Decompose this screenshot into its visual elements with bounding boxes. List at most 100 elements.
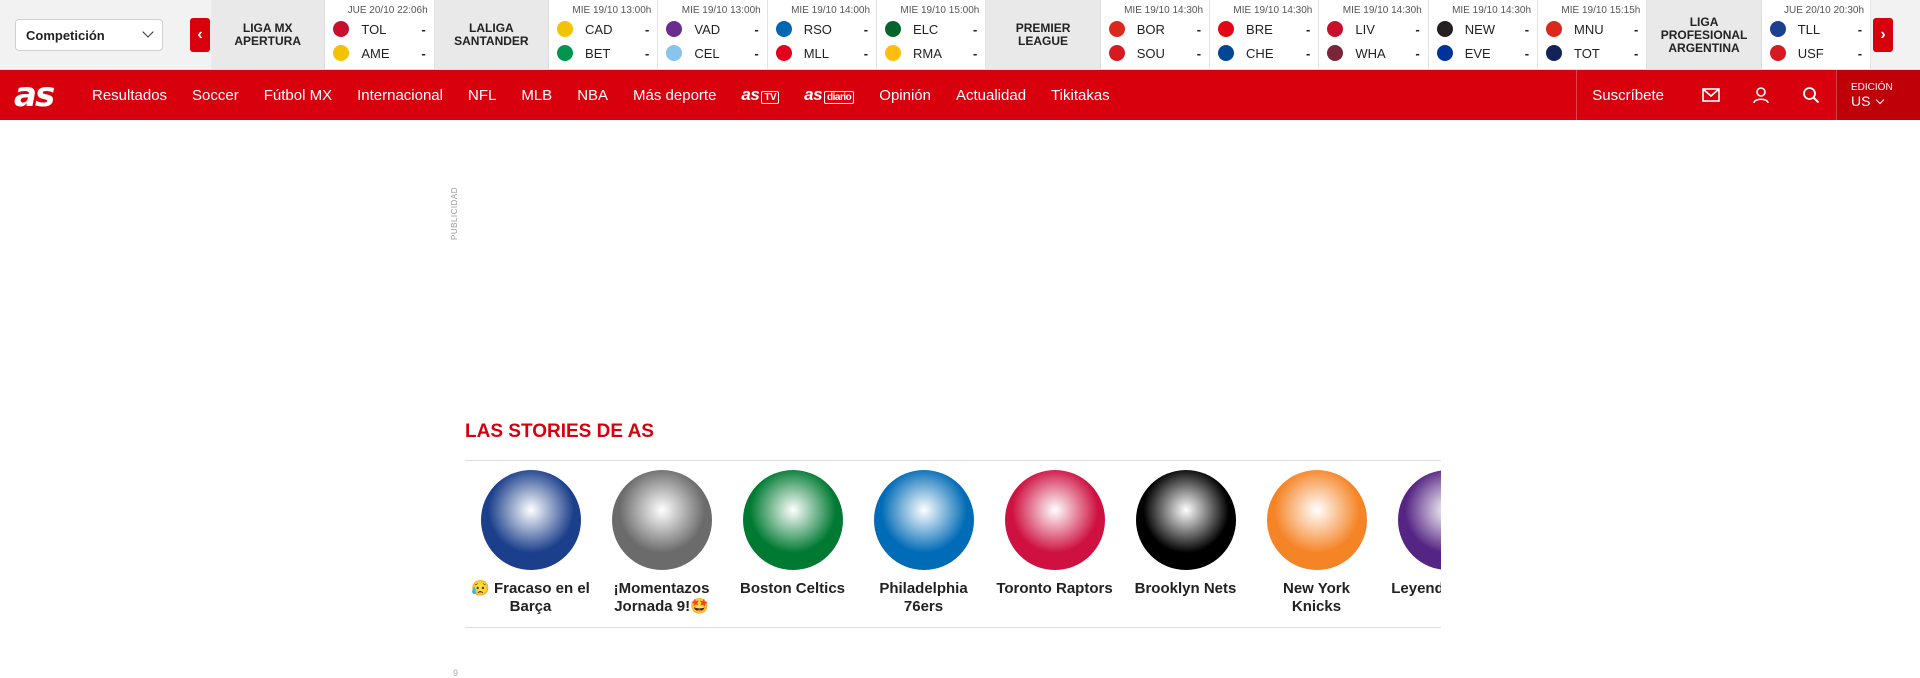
nav-link-actualidad[interactable]: Actualidad — [956, 87, 1026, 104]
home-team-row: VAD - — [666, 20, 759, 38]
nav-link-internacional[interactable]: Internacional — [357, 87, 443, 104]
stories-divider-bottom — [465, 627, 1441, 628]
story-item[interactable]: 😥 Fracaso en el Barça — [465, 470, 596, 620]
match-card[interactable]: MIE 19/10 15:00h ELC - RMA - — [877, 0, 987, 69]
match-card[interactable]: MIE 19/10 14:30h LIV - WHA - — [1319, 0, 1429, 69]
nav-link-resultados[interactable]: Resultados — [92, 87, 167, 104]
story-label: New York Knicks — [1283, 580, 1350, 615]
away-team-row: AME - — [333, 44, 426, 62]
match-card[interactable]: MIE 19/10 15:15h MNU - TOT - — [1538, 0, 1648, 69]
competition-select[interactable]: Competición — [15, 19, 163, 51]
home-team-row: CAD - — [557, 20, 649, 38]
nav-link-soccer[interactable]: Soccer — [192, 87, 239, 104]
story-label: Brooklyn Nets — [1134, 580, 1237, 597]
away-team-code: MLL — [803, 45, 829, 61]
search-icon[interactable] — [1786, 70, 1836, 120]
story-item[interactable]: ¡Momentazos Jornada 9!🤩 — [596, 470, 727, 620]
nav-link-tikitakas[interactable]: Tikitakas — [1051, 87, 1110, 104]
footer-mark: 9 — [453, 668, 459, 678]
league-label[interactable]: LALIGA SANTANDER — [434, 0, 550, 69]
away-team-score: - — [863, 45, 869, 61]
match-card[interactable]: MIE 19/10 13:00h VAD - CEL - — [658, 0, 768, 69]
scoreboard-next-button[interactable]: › — [1873, 18, 1893, 52]
astv-logo: as — [741, 85, 760, 104]
nav-link-mlb[interactable]: MLB — [521, 87, 552, 104]
team-crest-icon — [1546, 45, 1563, 61]
home-team-code: TOL — [361, 21, 387, 37]
nav-link-nfl[interactable]: NFL — [468, 87, 496, 104]
match-date: MIE 19/10 14:30h — [1233, 5, 1313, 16]
away-team-score: - — [754, 45, 759, 61]
home-team-score: - — [1306, 21, 1311, 37]
away-team-row: BET - — [557, 44, 649, 62]
story-thumbnail — [742, 470, 843, 570]
team-crest-icon — [1218, 45, 1235, 61]
story-thumbnail — [1135, 470, 1236, 570]
story-label: Boston Celtics — [739, 580, 845, 597]
team-crest-icon — [1108, 45, 1125, 61]
story-item[interactable]: Brooklyn Nets — [1120, 470, 1251, 620]
home-team-score: - — [863, 21, 869, 37]
story-label: ¡Momentazos Jornada 9!🤩 — [613, 580, 710, 615]
mail-icon[interactable] — [1686, 70, 1736, 120]
league-label[interactable]: LIGA PROFESIONAL ARGENTINA — [1647, 0, 1762, 69]
match-card[interactable]: MIE 19/10 14:00h RSO - MLL - — [767, 0, 878, 69]
edition-selector[interactable]: EDICIÓN US — [1836, 70, 1920, 120]
away-team-row: CEL - — [666, 44, 759, 62]
away-team-row: RMA - — [885, 44, 977, 62]
home-team-row: BRE - — [1218, 20, 1310, 38]
story-label: Leyenda mate a L — [1391, 580, 1441, 597]
away-team-score: - — [1415, 45, 1420, 61]
away-team-code: CHE — [1246, 45, 1274, 61]
away-team-score: - — [421, 45, 426, 61]
team-crest-icon — [775, 45, 792, 61]
away-team-code: SOU — [1136, 45, 1165, 61]
team-crest-icon — [1436, 21, 1453, 37]
home-team-code: BRE — [1246, 21, 1273, 37]
user-icon[interactable] — [1736, 70, 1786, 120]
story-item[interactable]: Philadelphia 76ers — [858, 470, 989, 620]
team-crest-icon — [775, 21, 792, 37]
edition-value: US — [1851, 93, 1883, 109]
story-thumbnail — [1266, 470, 1367, 570]
match-card[interactable]: MIE 19/10 14:30h NEW - EVE - — [1428, 0, 1539, 69]
match-card[interactable]: JUE 20/10 22:06h TOL - AME - — [325, 0, 435, 69]
away-team-score: - — [973, 45, 978, 61]
story-item[interactable]: Toronto Raptors — [989, 470, 1120, 620]
as-logo[interactable]: as — [14, 75, 55, 115]
story-thumbnail — [873, 470, 974, 570]
away-team-code: EVE — [1464, 45, 1491, 61]
away-team-score: - — [1306, 45, 1311, 61]
scoreboard-prev-button[interactable]: ‹ — [190, 18, 210, 52]
nav-links: Resultados Soccer Fútbol MX Internaciona… — [92, 70, 1135, 120]
nav-link-astv[interactable]: as TV — [741, 85, 780, 105]
match-card[interactable]: JUE 20/10 20:30h TLL - USF - — [1761, 0, 1872, 69]
away-team-score: - — [1196, 45, 1202, 61]
team-crest-icon — [885, 45, 902, 61]
league-label[interactable]: PREMIER LEAGUE — [986, 0, 1101, 69]
edition-label: EDICIÓN — [1851, 81, 1893, 93]
team-crest-icon — [333, 45, 350, 61]
story-thumbnail — [1004, 470, 1105, 570]
nav-link-mas-deporte[interactable]: Más deporte — [633, 87, 716, 104]
nav-link-opinion[interactable]: Opinión — [879, 87, 931, 104]
story-item[interactable]: Boston Celtics — [727, 470, 858, 620]
match-card[interactable]: MIE 19/10 13:00h CAD - BET - — [549, 0, 659, 69]
nav-link-futbol-mx[interactable]: Fútbol MX — [264, 87, 332, 104]
home-team-score: - — [645, 21, 650, 37]
league-label[interactable]: LIGA MX APERTURA — [211, 0, 326, 69]
match-date: MIE 19/10 14:30h — [1452, 5, 1532, 16]
match-date: MIE 19/10 15:15h — [1561, 5, 1641, 16]
team-crest-icon — [1769, 21, 1786, 37]
match-card[interactable]: MIE 19/10 14:30h BRE - CHE - — [1210, 0, 1320, 69]
nav-link-asdiario[interactable]: as diario — [804, 85, 855, 105]
home-team-score: - — [1196, 21, 1202, 37]
home-team-row: TOL - — [333, 20, 426, 38]
home-team-code: TLL — [1797, 21, 1821, 37]
away-team-code: TOT — [1574, 45, 1600, 61]
match-card[interactable]: MIE 19/10 14:30h BOR - SOU - — [1100, 0, 1211, 69]
story-item[interactable]: New York Knicks — [1251, 470, 1382, 620]
story-item[interactable]: Leyenda mate a L — [1382, 470, 1441, 620]
nav-link-nba[interactable]: NBA — [577, 87, 608, 104]
subscribe-button[interactable]: Suscríbete — [1576, 70, 1686, 120]
